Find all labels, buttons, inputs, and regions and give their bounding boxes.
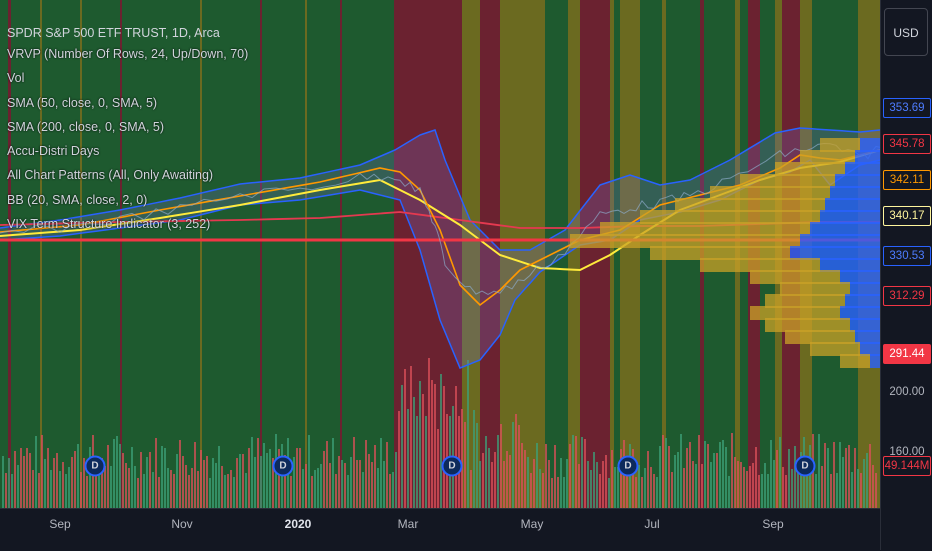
indicator-legend-item[interactable]: SMA (50, close, 0, SMA, 5) bbox=[7, 91, 248, 115]
time-axis-tick: Sep bbox=[49, 517, 71, 531]
price-axis-label: 340.17 bbox=[883, 206, 931, 226]
currency-button[interactable]: USD bbox=[884, 8, 928, 56]
time-axis-tick: Jul bbox=[644, 517, 660, 531]
price-axis-label: 345.78 bbox=[883, 134, 931, 154]
volume-profile-bar-up bbox=[870, 354, 880, 368]
indicator-legend-item[interactable]: All Chart Patterns (All, Only Awaiting) bbox=[7, 163, 248, 187]
dividend-marker-icon[interactable]: D bbox=[84, 455, 106, 477]
indicator-legend-item[interactable]: Vol bbox=[7, 66, 248, 90]
price-axis-label: 49.144M bbox=[883, 456, 931, 476]
time-axis-tick: Sep bbox=[762, 517, 784, 531]
chart-pane[interactable]: D D D D D SPDR S&P 500 ETF TRUST, 1D, Arca V… bbox=[0, 0, 880, 508]
dividend-marker-icon[interactable]: D bbox=[272, 455, 294, 477]
price-axis-label: 312.29 bbox=[883, 286, 931, 306]
price-axis-label: 291.44 bbox=[883, 344, 931, 364]
indicator-legend-item[interactable]: VRVP (Number Of Rows, 24, Up/Down, 70) bbox=[7, 42, 248, 66]
dividend-marker-icon[interactable]: D bbox=[617, 455, 639, 477]
dividend-marker-icon[interactable]: D bbox=[441, 455, 463, 477]
time-axis-tick: 2020 bbox=[284, 517, 312, 531]
price-axis-label: 330.53 bbox=[883, 246, 931, 266]
time-axis-tick: May bbox=[520, 517, 544, 531]
indicator-legend-item[interactable]: Accu-Distri Days bbox=[7, 139, 248, 163]
price-axis-label: 353.69 bbox=[883, 98, 931, 118]
indicator-legend-item[interactable]: VIX Term Structure Indicator (3, 252) bbox=[7, 212, 248, 236]
indicator-legend-item[interactable]: BB (20, SMA, close, 2, 0) bbox=[7, 188, 248, 212]
tradingview-chart-window: D D D D D SPDR S&P 500 ETF TRUST, 1D, Arca V… bbox=[0, 0, 932, 551]
indicator-legend-item[interactable]: SMA (200, close, 0, SMA, 5) bbox=[7, 115, 248, 139]
price-axis-tick: 160.00 bbox=[889, 446, 925, 458]
time-axis-tick: Mar bbox=[397, 517, 419, 531]
price-axis-tick: 200.00 bbox=[889, 386, 925, 398]
indicator-legend: VRVP (Number Of Rows, 24, Up/Down, 70) Vo… bbox=[7, 42, 248, 236]
symbol-title[interactable]: SPDR S&P 500 ETF TRUST, 1D, Arca bbox=[7, 26, 220, 40]
volume-profile-bar-down bbox=[840, 354, 870, 368]
price-axis-label: 342.11 bbox=[883, 170, 931, 190]
price-axis[interactable]: 353.69 345.78 342.11 340.17 330.53 312.29 291.… bbox=[880, 0, 932, 550]
time-axis-tick: Nov bbox=[171, 517, 193, 531]
dividend-marker-icon[interactable]: D bbox=[794, 455, 816, 477]
time-axis[interactable]: Sep Nov 2020 Mar May Jul Sep bbox=[0, 508, 880, 551]
